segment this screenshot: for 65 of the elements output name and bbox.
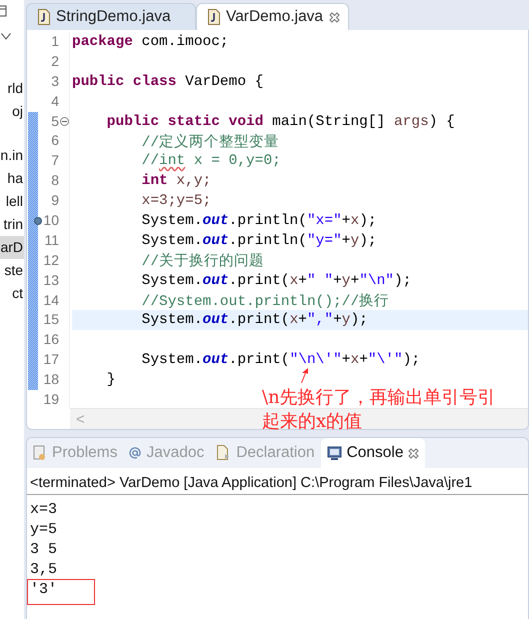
package-explorer-item[interactable]: n.in	[0, 144, 24, 167]
line-number: 11	[44, 232, 59, 248]
line-number: 9	[51, 192, 59, 208]
package-explorer-item[interactable]: arD	[0, 236, 24, 259]
package-explorer-item[interactable]: oj	[12, 100, 24, 123]
line-number: 4	[51, 92, 59, 109]
java-file-icon	[37, 9, 50, 25]
package-explorer-item[interactable]: ha	[7, 167, 24, 190]
line-number: 2	[51, 52, 59, 69]
editor-tab[interactable]: VarDemo.java	[196, 3, 350, 30]
marker-icon[interactable]	[34, 217, 42, 226]
code-line: //关于换行的问题	[140, 252, 264, 270]
code-line: System.out.println("y="+y);	[140, 232, 377, 249]
panel-tab[interactable]: Console	[320, 438, 426, 468]
editor-tab[interactable]: StringDemo.java	[26, 3, 196, 30]
package-explorer-item[interactable]: trin	[4, 213, 24, 236]
line-number: 10	[43, 212, 59, 228]
code-line: public static void main(String[] args) {	[106, 114, 455, 130]
code-line: //System.out.println();//换行	[140, 292, 390, 310]
view-menu-icon[interactable]	[1, 32, 11, 40]
code-line: package com.imooc;	[72, 34, 229, 50]
console-header: <terminated> VarDemo [Java Application] C:\Program Files\Java\jre1	[27, 468, 528, 495]
line-number: 16	[43, 331, 59, 348]
package-explorer-item[interactable]: ct	[12, 282, 24, 305]
package-explorer-item[interactable]: ste	[4, 259, 24, 282]
code-line: }	[106, 372, 116, 388]
console-output-line: x=3	[30, 500, 58, 520]
arrow-icon	[298, 368, 310, 384]
line-number: 1	[51, 33, 59, 49]
package-explorer-item[interactable]: rld	[7, 77, 24, 100]
line-number: 15	[43, 311, 59, 328]
document-icon	[33, 445, 47, 461]
close-icon[interactable]	[329, 12, 340, 22]
maximize-icon[interactable]	[0, 5, 7, 17]
line-number: 3	[51, 72, 59, 89]
at-sign-icon	[129, 447, 142, 459]
console-output-line: '3'	[28, 580, 94, 604]
line-number: 14	[43, 292, 59, 308]
monitor-icon	[326, 446, 342, 460]
line-number: 5	[51, 112, 59, 129]
line-number: 8	[51, 172, 59, 188]
line-number: 19	[43, 391, 59, 408]
line-number: 7	[51, 152, 59, 168]
code-line: x=3;y=5;	[140, 193, 212, 210]
code-line: public class VarDemo {	[72, 74, 264, 90]
package-explorer-item[interactable]: lell	[6, 190, 24, 213]
console-output-line: y=5	[30, 520, 58, 540]
code-line: System.out.print(x+","+y);	[140, 312, 368, 328]
line-number: 12	[43, 252, 59, 268]
line-number: 18	[43, 371, 59, 388]
code-line: System.out.print("\n\'"+x+"\'");	[140, 352, 420, 368]
code-line: System.out.print(x+" "+y+"\n");	[140, 272, 412, 289]
code-line: //定义两个整型变量	[140, 132, 280, 151]
close-icon[interactable]	[408, 448, 420, 458]
console-output-line: 3,5	[30, 560, 58, 580]
code-line: int x,y;	[140, 173, 212, 190]
document-icon	[216, 445, 232, 461]
java-file-icon	[207, 9, 220, 25]
annotation-note: \n先换行了，再输出单引号引起来的x的值	[262, 386, 497, 434]
line-number: 6	[51, 132, 59, 148]
code-line: //int x = 0,y=0;	[140, 153, 281, 170]
code-line: System.out.println("x="+x);	[140, 212, 377, 229]
line-number: 13	[43, 272, 59, 288]
line-number: 17	[43, 351, 59, 368]
console-output-line: 3 5	[30, 540, 58, 560]
